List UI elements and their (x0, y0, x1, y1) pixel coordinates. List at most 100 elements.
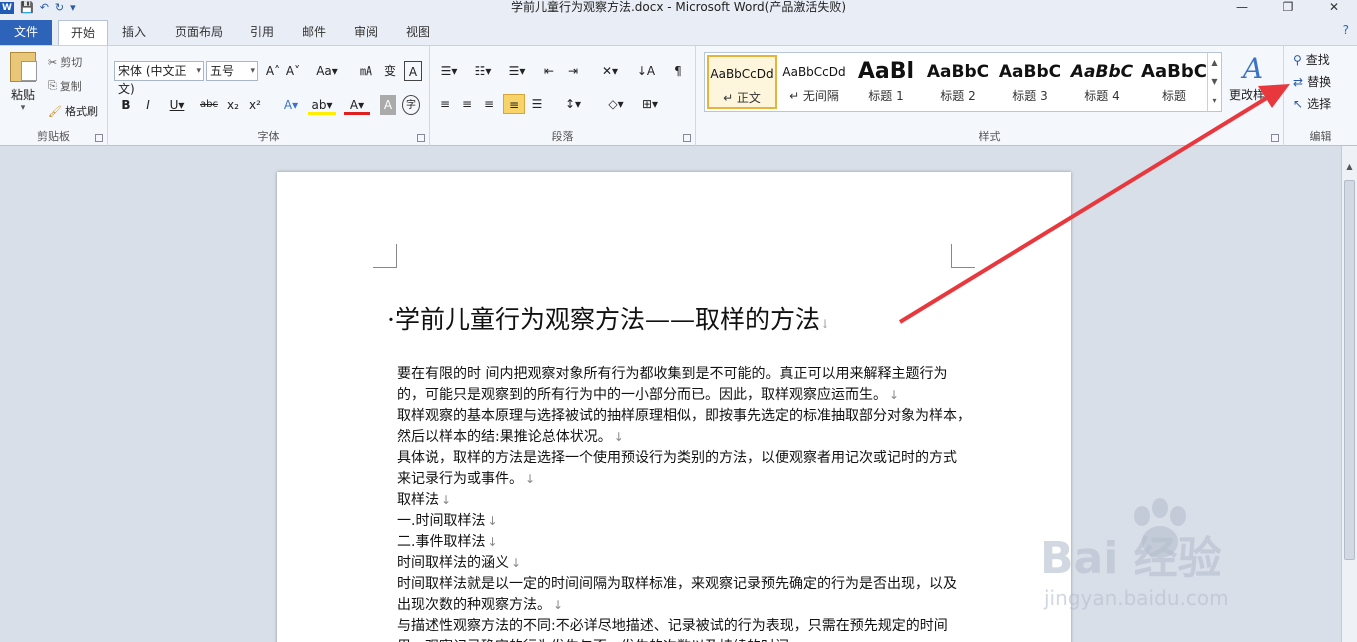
document-line[interactable]: 具体说，取样的方法是选择一个使用预设行为类别的方法，以便观察者用记次或记时的方式 (397, 448, 967, 469)
clear-format-button[interactable]: ㎃ (356, 61, 376, 81)
align-center-button[interactable]: ≡ (458, 94, 476, 114)
paste-button[interactable]: 粘贴 ▾ (6, 52, 40, 126)
numbering-button[interactable]: ☷▾ (470, 61, 496, 81)
change-case-button[interactable]: Aa▾ (314, 61, 340, 81)
document-line[interactable]: 里，观察记录确定的行为发生与否、发生的次数以及持续的时间。↓ (397, 637, 967, 642)
subscript-button[interactable]: x₂ (224, 95, 242, 115)
style-no-spacing[interactable]: AaBbCcDd ↵ 无间隔 (779, 55, 849, 109)
tab-review[interactable]: 审阅 (344, 20, 388, 45)
document-line[interactable]: 二.事件取样法 ↓ (397, 532, 967, 553)
paste-label: 粘贴 (10, 88, 35, 102)
restore-button[interactable]: ❐ (1265, 0, 1311, 15)
highlight-button[interactable]: ab▾ (308, 95, 336, 115)
borders-button[interactable]: ⊞▾ (636, 94, 664, 114)
align-left-button[interactable]: ≡ (436, 94, 454, 114)
scroll-up-icon[interactable]: ▲ (1342, 162, 1357, 176)
help-icon[interactable]: ? (1343, 23, 1349, 37)
paragraph-mark: ↓ (553, 598, 564, 612)
font-size-combo[interactable]: 五号 (206, 61, 258, 81)
clipboard-launcher-icon[interactable] (95, 134, 103, 142)
tab-home[interactable]: 开始 (58, 20, 108, 45)
tab-view[interactable]: 视图 (396, 20, 440, 45)
superscript-button[interactable]: x² (246, 95, 264, 115)
sort-button[interactable]: ↓A (636, 61, 656, 81)
document-line[interactable]: 时间取样法就是以一定的时间间隔为取样标准，来观察记录预先确定的行为是否出现，以及 (397, 574, 967, 595)
document-line[interactable]: 然后以样本的结:果推论总体状况。 ↓ (397, 427, 967, 448)
document-page[interactable]: ·学前儿童行为观察方法——取样的方法↓ 要在有限的时 间内把观察对象所有行为都收… (277, 172, 1071, 642)
close-button[interactable]: ✕ (1311, 0, 1357, 15)
vertical-scrollbar[interactable]: ▲ (1341, 146, 1357, 642)
char-border-button[interactable]: A (404, 61, 422, 81)
font-launcher-icon[interactable] (417, 134, 425, 142)
more-icon[interactable]: ▾ (1208, 91, 1221, 110)
quick-styles-gallery: AaBbCcDd ↵ 正文 AaBbCcDd ↵ 无间隔 AaBl 标题 1 A… (704, 52, 1222, 112)
document-line[interactable]: 出现次数的种观察方法。 ↓ (397, 595, 967, 616)
gallery-scroll[interactable]: ▲ ▼ ▾ (1207, 53, 1221, 111)
document-line[interactable]: 的，可能只是观察到的所有行为中的一小部分而已。因此，取样观察应运而生。 ↓ (397, 385, 967, 406)
distributed-button[interactable]: ☰ (528, 94, 546, 114)
enclose-chars-button[interactable]: 字 (402, 95, 420, 115)
line-text: 一.时间取样法 (397, 513, 486, 529)
select-button[interactable]: ↖ 选择 (1293, 94, 1331, 114)
underline-button[interactable]: U▾ (164, 95, 190, 115)
line-text: 然后以样本的结:果推论总体状况。 (397, 429, 612, 445)
minimize-button[interactable]: — (1219, 0, 1265, 15)
document-heading[interactable]: ·学前儿童行为观察方法——取样的方法↓ (387, 300, 830, 336)
document-line[interactable]: 一.时间取样法 ↓ (397, 511, 967, 532)
scroll-thumb[interactable] (1344, 180, 1355, 560)
italic-button[interactable]: I (140, 95, 156, 115)
paragraph-group-label: 段落 (551, 130, 574, 143)
chevron-down-icon[interactable]: ▼ (1208, 72, 1221, 91)
cut-button[interactable]: ✂ 剪切 (48, 52, 82, 72)
document-line[interactable]: 取样法 ↓ (397, 490, 967, 511)
show-marks-button[interactable]: ¶ (670, 61, 686, 81)
char-shading-button[interactable]: A (380, 95, 396, 115)
tab-mailings[interactable]: 邮件 (292, 20, 336, 45)
styles-launcher-icon[interactable] (1271, 134, 1279, 142)
decrease-indent-button[interactable]: ⇤ (540, 61, 558, 81)
style-heading-2[interactable]: AaBbC 标题 2 (923, 55, 993, 109)
shading-button[interactable]: ◇▾ (602, 94, 630, 114)
replace-button[interactable]: ⇄ 替换 (1293, 72, 1331, 92)
font-color-button[interactable]: A▾ (344, 95, 370, 115)
document-line[interactable]: 要在有限的时 间内把观察对象所有行为都收集到是不可能的。真正可以用来解释主题行为 (397, 364, 967, 385)
text-effects-button[interactable]: A▾ (278, 95, 304, 115)
style-sample: AaBbC (1141, 61, 1207, 82)
chinese-layout-button[interactable]: ✕▾ (596, 61, 624, 81)
document-line[interactable]: 与描述性观察方法的不同:不必详尽地描述、记录被试的行为表现，只需在预先规定的时间 (397, 616, 967, 637)
grow-font-button[interactable]: A˄ (264, 61, 282, 81)
strikethrough-button[interactable]: abc (198, 95, 220, 115)
font-name-combo[interactable]: 宋体 (中文正文) (114, 61, 204, 96)
chevron-up-icon[interactable]: ▲ (1208, 53, 1221, 72)
style-title[interactable]: AaBbC 标题 (1139, 55, 1209, 109)
style-normal[interactable]: AaBbCcDd ↵ 正文 (707, 55, 777, 109)
change-styles-button[interactable]: A 更改样式 (1226, 52, 1280, 103)
tab-references[interactable]: 引用 (240, 20, 284, 45)
tab-insert[interactable]: 插入 (112, 20, 156, 45)
document-line[interactable]: 取样观察的基本原理与选择被试的抽样原理相似，即按事先选定的标准抽取部分对象为样本… (397, 406, 971, 427)
bold-button[interactable]: B (118, 95, 134, 115)
document-line[interactable]: 时间取样法的涵义 ↓ (397, 553, 967, 574)
document-line[interactable]: 来记录行为或事件。 ↓ (397, 469, 967, 490)
find-button[interactable]: ⚲ 查找 (1293, 50, 1330, 70)
tab-file[interactable]: 文件 (0, 20, 52, 46)
phonetic-guide-button[interactable]: 变 (380, 61, 400, 81)
copy-button[interactable]: ⎘ 复制 (48, 76, 82, 96)
line-spacing-button[interactable]: ↕▾ (560, 94, 586, 114)
justify-button[interactable]: ≡ (503, 94, 525, 114)
shrink-font-button[interactable]: A˅ (284, 61, 302, 81)
find-label: 查找 (1305, 53, 1330, 67)
paste-dropdown-icon[interactable]: ▾ (6, 103, 40, 113)
style-heading-4[interactable]: AaBbC 标题 4 (1067, 55, 1137, 109)
font-group: 宋体 (中文正文) 五号 A˄ A˅ Aa▾ ㎃ 变 A B I U▾ abc … (108, 46, 430, 146)
paragraph-launcher-icon[interactable] (683, 134, 691, 142)
style-heading-1[interactable]: AaBl 标题 1 (851, 55, 921, 109)
align-right-button[interactable]: ≡ (480, 94, 498, 114)
document-body[interactable]: 要在有限的时 间内把观察对象所有行为都收集到是不可能的。真正可以用来解释主题行为… (397, 364, 971, 642)
style-heading-3[interactable]: AaBbC 标题 3 (995, 55, 1065, 109)
increase-indent-button[interactable]: ⇥ (564, 61, 582, 81)
format-painter-button[interactable]: 🖌 格式刷 (48, 101, 98, 121)
multilevel-list-button[interactable]: ☰▾ (504, 61, 530, 81)
tab-page-layout[interactable]: 页面布局 (164, 20, 234, 45)
bullets-button[interactable]: ☰▾ (436, 61, 462, 81)
